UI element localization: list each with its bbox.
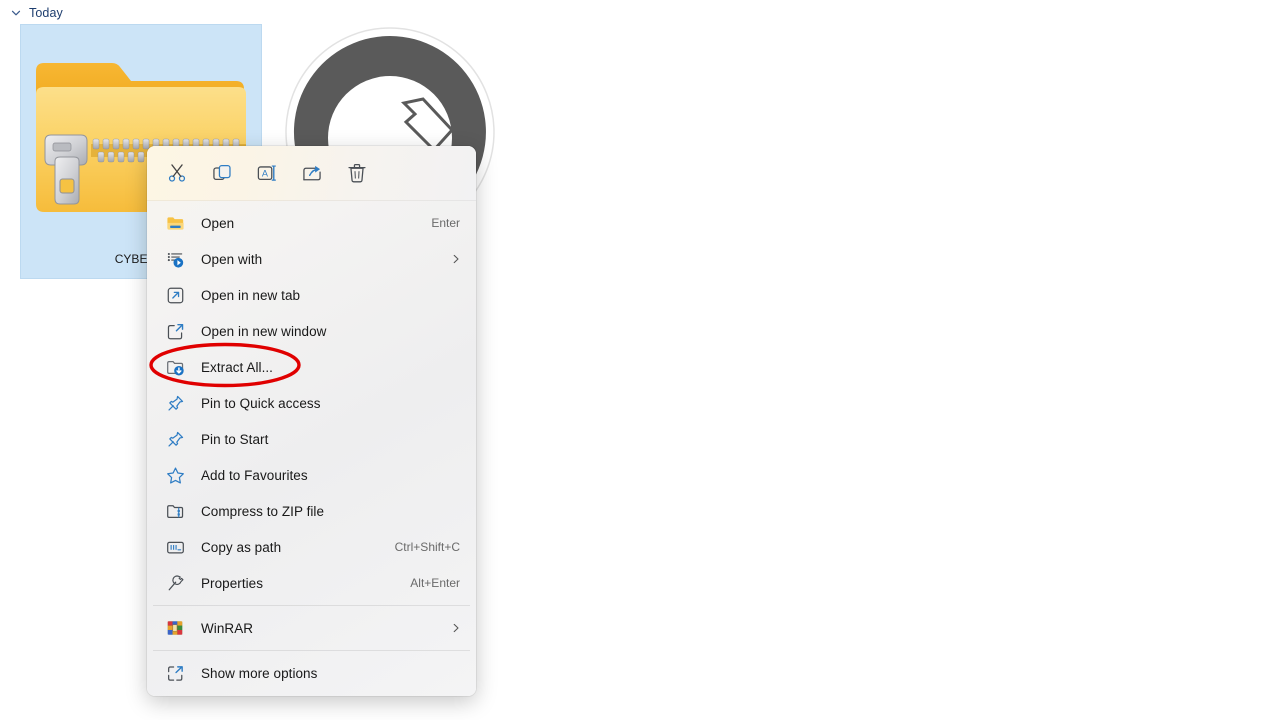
menu-item-label: Add to Favourites [201,467,308,483]
menu-item-open[interactable]: Open Enter [151,205,472,241]
share-button[interactable] [290,154,334,192]
menu-item-shortcut: Ctrl+Shift+C [394,540,460,554]
new-tab-icon [165,285,185,305]
screen-root: Today CYBERW A Open Enter Open with Open… [0,0,1280,720]
open-with-icon [165,249,185,269]
menu-item-pin-to-start[interactable]: Pin to Start [151,421,472,457]
menu-item-label: Open with [201,251,263,267]
menu-item-shortcut: Enter [431,216,460,230]
new-window-icon [165,321,185,341]
menu-item-label: Compress to ZIP file [201,503,325,519]
folder-open-icon [165,213,185,233]
context-menu-items: Open Enter Open with Open in new tab Ope… [147,201,476,691]
share-icon [303,165,321,181]
menu-item-label: Open in new tab [201,287,301,303]
menu-item-add-to-favourites[interactable]: Add to Favourites [151,457,472,493]
copy-icon [213,165,231,181]
menu-item-label: Pin to Start [201,431,269,447]
menu-item-properties[interactable]: Properties Alt+Enter [151,565,472,601]
menu-item-label: Properties [201,575,264,591]
pin-icon [165,393,185,413]
menu-item-label: Open [201,215,235,231]
copy-button[interactable] [200,154,244,192]
menu-item-pin-to-quick-access[interactable]: Pin to Quick access [151,385,472,421]
extract-all-icon [165,357,185,377]
cut-button[interactable] [155,154,199,192]
menu-item-compress-to-zip-file[interactable]: Compress to ZIP file [151,493,472,529]
menu-item-open-in-new-window[interactable]: Open in new window [151,313,472,349]
rename-icon: A [257,165,276,181]
menu-item-open-in-new-tab[interactable]: Open in new tab [151,277,472,313]
menu-item-copy-as-path[interactable]: Copy as path Ctrl+Shift+C [151,529,472,565]
menu-item-extract-all[interactable]: Extract All... [151,349,472,385]
pin-icon [165,429,185,449]
menu-item-label: Show more options [201,665,318,681]
show-more-options-icon [165,663,185,683]
menu-item-label: Open in new window [201,323,327,339]
svg-text:A: A [262,169,269,179]
context-menu-toolbar: A [147,146,476,201]
chevron-down-icon [11,10,21,16]
menu-separator [153,650,470,651]
copy-as-path-icon [165,537,185,557]
delete-icon [348,164,366,183]
menu-item-label: Copy as path [201,539,282,555]
rename-button[interactable]: A [245,154,289,192]
group-header-today[interactable]: Today [10,3,63,23]
chevron-right-icon [453,254,459,264]
delete-button[interactable] [335,154,379,192]
star-icon [165,465,185,485]
menu-separator [153,605,470,606]
menu-item-label: WinRAR [201,620,254,636]
cut-icon [168,164,186,182]
menu-item-winrar[interactable]: WinRAR [151,610,472,646]
menu-item-show-more-options[interactable]: Show more options [151,655,472,691]
winrar-icon [165,618,185,638]
chevron-right-icon [453,623,459,633]
context-menu[interactable]: A Open Enter Open with Open in new tab O… [147,146,476,696]
menu-item-label: Extract All... [201,359,273,375]
menu-item-open-with[interactable]: Open with [151,241,472,277]
menu-item-label: Pin to Quick access [201,395,321,411]
menu-item-shortcut: Alt+Enter [410,576,460,590]
compress-zip-icon [165,501,185,521]
group-header-label: Today [29,6,63,20]
properties-icon [165,573,185,593]
